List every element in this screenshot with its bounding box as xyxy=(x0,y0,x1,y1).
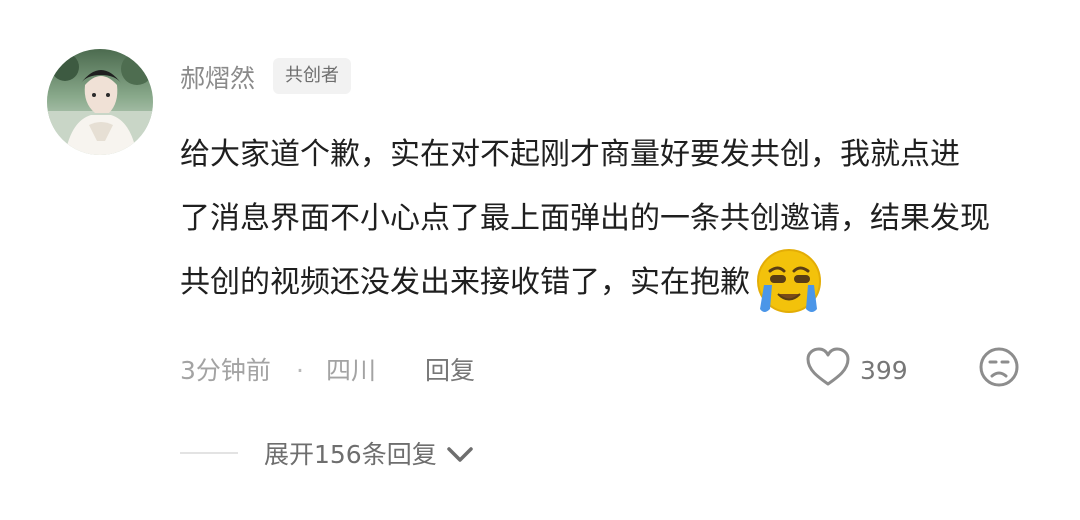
meta-separator: · xyxy=(296,356,304,385)
comment-text: 给大家道个歉，实在对不起刚才商量好要发共创，我就点进 了消息界面不小心点了最上面… xyxy=(180,123,1040,315)
avatar[interactable] xyxy=(47,49,153,155)
co-creator-badge: 共创者 xyxy=(273,58,351,94)
crying-laughing-emoji xyxy=(757,249,821,313)
expand-divider xyxy=(180,452,238,454)
like-count: 399 xyxy=(860,356,908,385)
comment-text-line-3: 共创的视频还没发出来接收错了，实在抱歉 xyxy=(180,249,1040,315)
avatar-image xyxy=(47,49,153,155)
sad-face-icon[interactable] xyxy=(978,346,1020,388)
comment-text-line-3-text: 共创的视频还没发出来接收错了，实在抱歉 xyxy=(180,265,750,300)
comment-text-line-1: 给大家道个歉，实在对不起刚才商量好要发共创，我就点进 xyxy=(180,137,960,172)
expand-replies-button[interactable]: 展开156条回复 xyxy=(264,438,475,472)
reply-button[interactable]: 回复 xyxy=(425,354,475,388)
chevron-down-icon xyxy=(446,447,473,462)
author-name[interactable]: 郝熠然 xyxy=(180,62,255,96)
comment-time: 3分钟前 xyxy=(180,356,271,385)
comment-text-line-2: 了消息界面不小心点了最上面弹出的一条共创邀请，结果发现 xyxy=(180,201,990,236)
heart-icon[interactable] xyxy=(804,346,852,388)
expand-replies-label: 展开156条回复 xyxy=(264,440,437,469)
comment-location: 四川 xyxy=(326,356,377,385)
